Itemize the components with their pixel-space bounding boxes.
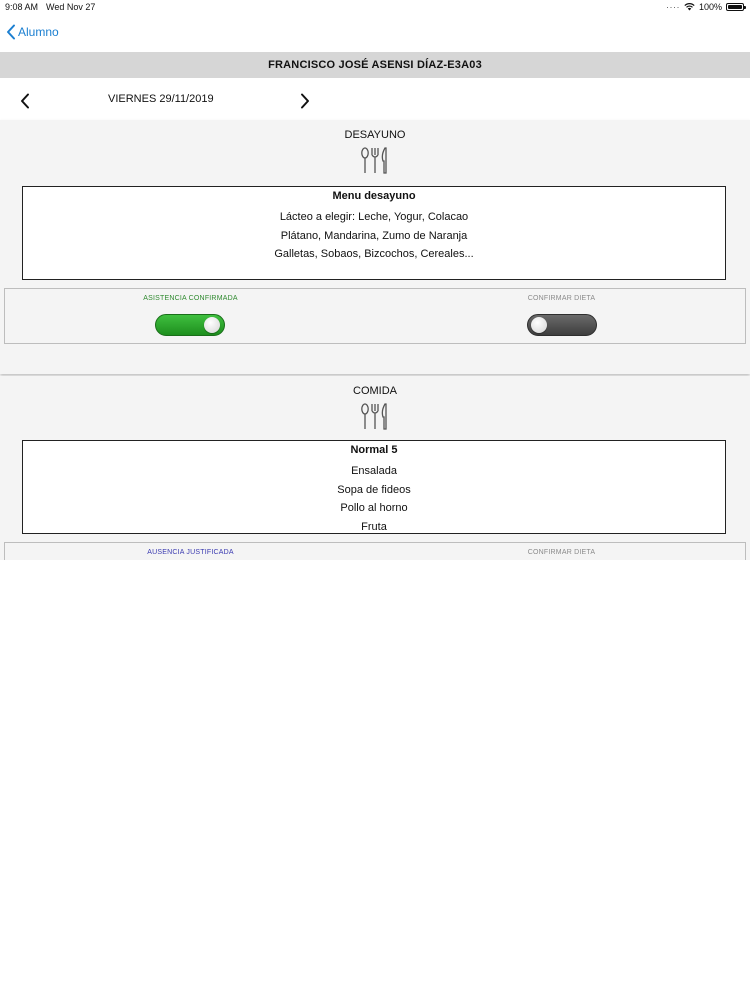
menu-item: Lácteo a elegir: Leche, Yogur, Colacao	[279, 211, 469, 223]
menu-item: Sopa de fideos	[337, 483, 411, 496]
menu-items: Ensalada Sopa de fideos Pollo al horno F…	[23, 462, 725, 536]
menu-item: Fruta	[361, 520, 387, 533]
student-header: FRANCISCO JOSÉ ASENSI DÍAZ-E3A03	[0, 52, 750, 78]
attendance-option: AUSENCIA JUSTIFICADA	[5, 543, 376, 556]
menu-item: Pollo al horno	[340, 502, 408, 514]
meal-title: DESAYUNO	[344, 129, 406, 141]
status-left: 9:08 AM Wed Nov 27	[5, 2, 95, 12]
signal-icon: ····	[665, 2, 680, 12]
toggle-knob	[531, 317, 547, 333]
attendance-label: AUSENCIA JUSTIFICADA	[147, 549, 234, 556]
menu-name: Menu desayuno	[332, 190, 416, 202]
toggle-knob	[204, 317, 220, 333]
options-box: AUSENCIA JUSTIFICADA CONFIRMAR DIETA	[4, 542, 746, 560]
student-name: FRANCISCO JOSÉ ASENSI DÍAZ-E3A03	[268, 59, 482, 71]
meal-title: COMIDA	[353, 385, 397, 397]
menu-items: Lácteo a elegir: Leche, Yogur, Colacao P…	[23, 208, 725, 264]
chevron-right-icon	[301, 93, 309, 109]
next-day-button[interactable]	[294, 90, 316, 112]
cutlery-icon	[0, 147, 750, 175]
menu-item: Galletas, Sobaos, Bizcochos, Cereales...	[274, 248, 474, 260]
attendance-toggle[interactable]	[155, 314, 225, 336]
diet-option: CONFIRMAR DIETA	[376, 543, 747, 556]
menu-name: Normal 5	[350, 444, 398, 456]
chevron-left-icon	[21, 93, 29, 109]
cutlery-icon	[0, 403, 750, 431]
status-time: 9:08 AM	[5, 2, 39, 12]
meal-section-breakfast: DESAYUNO Menu desayuno Lácteo a elegir: …	[0, 120, 750, 374]
previous-day-button[interactable]	[14, 90, 36, 112]
menu-box: Menu desayuno Lácteo a elegir: Leche, Yo…	[22, 186, 726, 280]
date-navigation: VIERNES 29/11/2019	[0, 80, 750, 120]
diet-toggle[interactable]	[527, 314, 597, 336]
date-label: VIERNES 29/11/2019	[108, 93, 214, 105]
meal-section-lunch: COMIDA Normal 5 Ensalada Sopa de fideos …	[0, 376, 750, 560]
status-date: Wed Nov 27	[46, 2, 96, 12]
attendance-label: ASISTENCIA CONFIRMADA	[143, 295, 238, 302]
back-button[interactable]: Alumno	[6, 24, 59, 40]
diet-label: CONFIRMAR DIETA	[527, 295, 596, 302]
back-label: Alumno	[18, 25, 59, 39]
status-bar: 9:08 AM Wed Nov 27 ···· 100%	[0, 0, 750, 16]
menu-item: Ensalada	[351, 465, 397, 477]
chevron-left-icon	[7, 24, 15, 40]
diet-label: CONFIRMAR DIETA	[527, 549, 596, 556]
diet-option: CONFIRMAR DIETA	[376, 289, 747, 336]
options-box: ASISTENCIA CONFIRMADA CONFIRMAR DIETA	[4, 288, 746, 344]
battery-percent: 100%	[698, 2, 722, 12]
menu-box: Normal 5 Ensalada Sopa de fideos Pollo a…	[22, 440, 726, 534]
battery-icon	[726, 3, 746, 11]
attendance-option: ASISTENCIA CONFIRMADA	[5, 289, 376, 336]
menu-item: Plátano, Mandarina, Zumo de Naranja	[280, 229, 468, 242]
wifi-icon	[684, 3, 695, 11]
status-right: ···· 100%	[665, 2, 746, 12]
